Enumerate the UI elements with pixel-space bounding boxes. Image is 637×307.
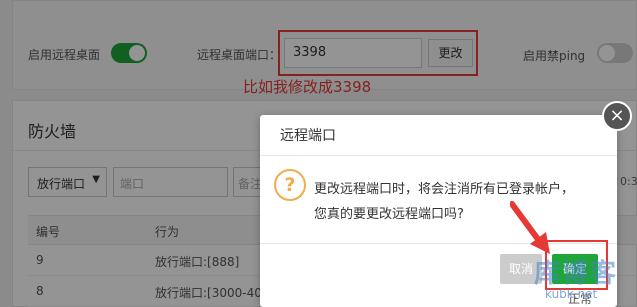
dialog-message-line1: 更改远程端口时，将会注消所有已登录帐户， <box>314 182 575 197</box>
close-icon[interactable]: × <box>602 101 632 131</box>
question-icon: ? <box>274 169 306 201</box>
arrow-icon <box>510 201 550 254</box>
dialog-divider <box>260 155 617 156</box>
watermark-logo: 库博客 <box>534 259 619 289</box>
dialog-title: 远程端口 <box>280 128 336 144</box>
watermark-url: kubk.net <box>545 287 598 301</box>
dialog-message-line2: 您真的要更改远程端口吗? <box>314 207 464 222</box>
